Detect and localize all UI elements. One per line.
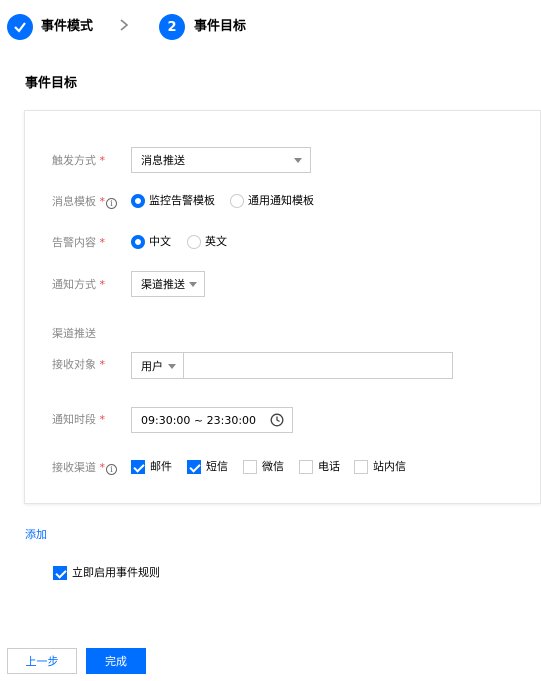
caret-down-icon [168, 364, 176, 369]
content-option-label: 英文 [205, 235, 227, 248]
checkbox-checked-icon [187, 460, 201, 474]
channel-label: 电话 [318, 460, 340, 473]
clock-icon [270, 413, 284, 430]
receiver-type-select[interactable]: 用户 [131, 352, 184, 379]
template-label: 消息模板 * i [52, 194, 117, 210]
section-title: 事件目标 [25, 76, 78, 91]
required-mark: * [96, 154, 105, 167]
content-label-text: 告警内容 [52, 236, 96, 249]
channel-label: 微信 [262, 460, 284, 473]
channel-checkbox-sms[interactable]: 短信 [187, 459, 228, 475]
content-option-label: 中文 [149, 235, 171, 248]
channel-label: 站内信 [373, 460, 406, 473]
radio-unselected-icon [187, 235, 201, 249]
step-2-label: 事件目标 [194, 19, 247, 34]
caret-down-icon [294, 158, 302, 163]
main-panel: 事件目标 [7, 58, 541, 630]
content-radio-chinese[interactable]: 中文 [131, 234, 171, 250]
receiver-input[interactable] [183, 352, 453, 379]
receiver-label-text: 接收对象 [52, 358, 96, 371]
radio-selected-icon [131, 235, 145, 249]
notify-method-label-text: 通知方式 [52, 278, 96, 291]
channel-checkbox-inbox[interactable]: 站内信 [354, 459, 406, 475]
radio-selected-icon [131, 194, 145, 208]
required-mark: * [96, 358, 105, 371]
add-link[interactable]: 添加 [25, 527, 47, 543]
period-value: 09:30:00 ~ 23:30:00 [141, 413, 257, 427]
trigger-select-value: 消息推送 [141, 154, 185, 167]
required-mark: * [96, 195, 105, 208]
receiver-label: 接收对象 * [52, 357, 105, 373]
notify-method-select[interactable]: 渠道推送 [131, 271, 205, 297]
required-mark: * [96, 236, 105, 249]
channels-label-text: 接收渠道 [52, 461, 96, 474]
trigger-label-text: 触发方式 [52, 154, 96, 167]
panel-content: 事件目标 [7, 58, 541, 630]
trigger-label: 触发方式 * [52, 153, 105, 169]
checkbox-unchecked-icon [354, 460, 368, 474]
info-icon[interactable]: i [106, 198, 117, 209]
chevron-right-icon [119, 18, 129, 36]
template-option-label: 监控告警模板 [149, 194, 215, 207]
step-2-number: 2 [159, 14, 185, 40]
channel-checkbox-wechat[interactable]: 微信 [243, 459, 284, 475]
trigger-select[interactable]: 消息推送 [131, 147, 311, 173]
channels-label: 接收渠道 * i [52, 460, 117, 476]
done-button[interactable]: 完成 [86, 648, 146, 674]
checkbox-unchecked-icon [243, 460, 257, 474]
enable-rule-label: 立即启用事件规则 [72, 566, 160, 579]
steps-bar: 事件模式 2 事件目标 [0, 0, 541, 55]
required-mark: * [96, 278, 105, 291]
content-label: 告警内容 * [52, 235, 105, 251]
prev-button[interactable]: 上一步 [7, 648, 77, 674]
required-mark: * [96, 413, 105, 426]
step-1-check-icon [7, 14, 33, 40]
template-option-label: 通用通知模板 [248, 194, 314, 207]
radio-unselected-icon [230, 194, 244, 208]
channel-section-title: 渠道推送 [52, 327, 96, 340]
channel-checkbox-phone[interactable]: 电话 [299, 459, 340, 475]
template-label-text: 消息模板 [52, 195, 96, 208]
caret-down-icon [189, 282, 197, 287]
checkbox-checked-icon [53, 566, 67, 580]
receiver-type-value: 用户 [141, 359, 163, 373]
period-label: 通知时段 * [52, 412, 105, 428]
channel-checkbox-email[interactable]: 邮件 [131, 459, 172, 475]
content-radio-english[interactable]: 英文 [187, 234, 227, 250]
info-icon[interactable]: i [106, 464, 117, 475]
template-radio-general[interactable]: 通用通知模板 [230, 193, 314, 209]
step-1-label: 事件模式 [41, 19, 94, 34]
template-radio-monitor[interactable]: 监控告警模板 [131, 193, 215, 209]
period-time-range-input[interactable]: 09:30:00 ~ 23:30:00 [131, 407, 293, 433]
notify-method-value: 渠道推送 [141, 278, 185, 291]
channel-label: 短信 [206, 460, 228, 473]
checkbox-unchecked-icon [299, 460, 313, 474]
enable-rule-checkbox[interactable]: 立即启用事件规则 [53, 565, 160, 581]
required-mark: * [96, 461, 105, 474]
notify-method-label: 通知方式 * [52, 277, 105, 293]
checkbox-checked-icon [131, 460, 145, 474]
channel-label: 邮件 [150, 460, 172, 473]
period-label-text: 通知时段 [52, 413, 96, 426]
